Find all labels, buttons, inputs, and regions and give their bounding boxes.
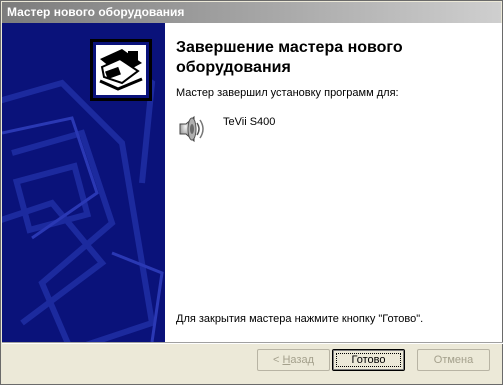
cancel-button[interactable]: Отмена [417, 349, 490, 371]
finish-button[interactable]: Готово [332, 349, 405, 371]
hardware-banner-graphic [2, 39, 164, 342]
back-button[interactable]: < Назад [257, 349, 330, 371]
device-name: TeVii S400 [223, 116, 276, 128]
title-bar[interactable]: Мастер нового оборудования [2, 2, 501, 23]
wizard-heading: Завершение мастера нового оборудования [176, 39, 403, 76]
window-title: Мастер нового оборудования [7, 5, 185, 19]
speaker-icon [175, 113, 207, 145]
hardware-card-icon [90, 39, 152, 101]
close-instruction: Для закрытия мастера нажмите кнопку "Гот… [176, 313, 424, 325]
wizard-content: Завершение мастера нового оборудования М… [165, 23, 502, 342]
wizard-side-banner [2, 23, 165, 342]
cancel-label: Отмена [433, 354, 474, 366]
hardware-wizard-window: Мастер нового оборудования Завершение ма… [0, 0, 503, 385]
back-label: азад [290, 354, 314, 366]
completion-message: Мастер завершил установку программ для: [176, 87, 399, 99]
focus-rectangle [336, 353, 401, 367]
button-separator [2, 342, 503, 344]
